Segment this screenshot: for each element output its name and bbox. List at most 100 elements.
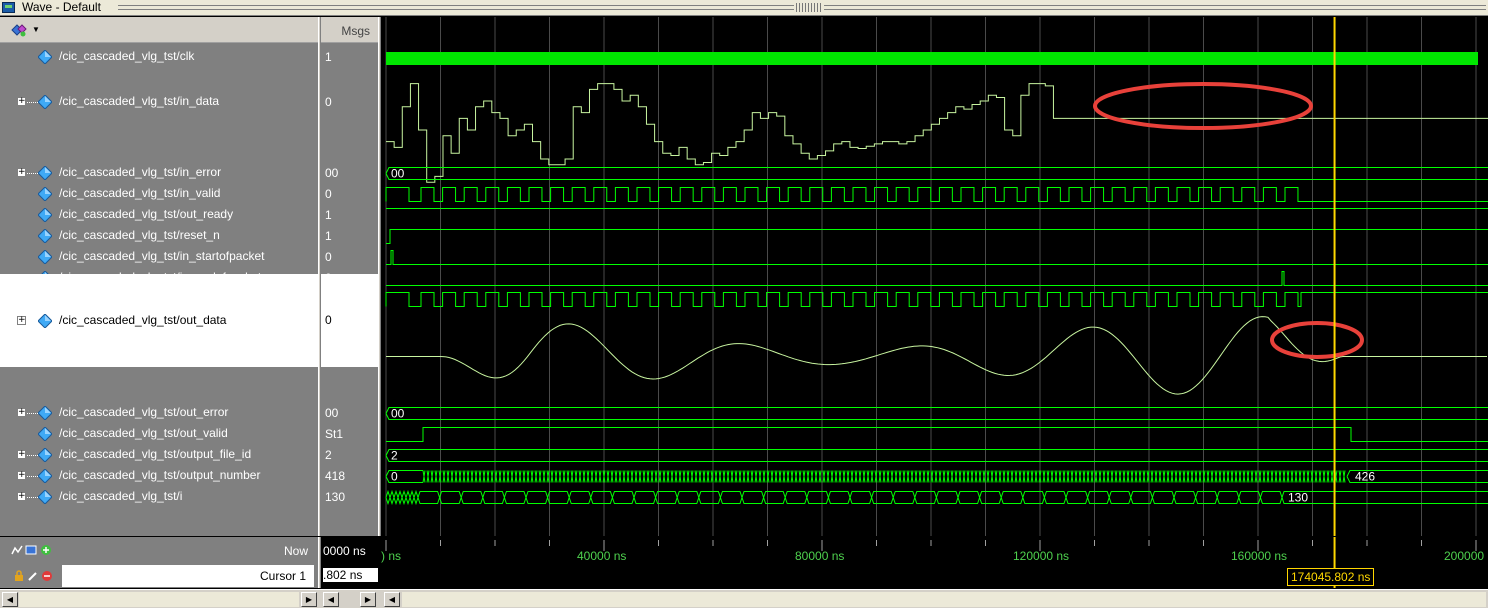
in-error-bus-label: 00 — [391, 167, 405, 181]
signal-row[interactable]: + /cic_cascaded_vlg_tst/in_error — [0, 163, 318, 184]
delete-cursor-icon[interactable] — [41, 570, 53, 582]
signal-name: /cic_cascaded_vlg_tst/out_ready — [59, 207, 234, 221]
signal-row[interactable]: /cic_cascaded_vlg_tst/reset_n — [0, 226, 318, 247]
in-ready-wave — [385, 292, 1488, 307]
signal-value: 0 — [325, 95, 332, 109]
signal-value: 00 — [325, 166, 339, 180]
add-cursor-icon[interactable] — [40, 544, 52, 556]
footer-name-pane: Now Cursor 1 — [0, 537, 318, 588]
signal-row[interactable]: + /cic_cascaded_vlg_tst/out_error — [0, 403, 318, 424]
signal-row[interactable]: /cic_cascaded_vlg_tst/out_valid — [0, 424, 318, 445]
signal-row[interactable]: /cic_cascaded_vlg_tst/clk — [0, 47, 318, 68]
signal-row[interactable]: + /cic_cascaded_vlg_tst/in_data — [0, 92, 318, 113]
signal-row[interactable]: /cic_cascaded_vlg_tst/in_valid — [0, 184, 318, 205]
signal-name: /cic_cascaded_vlg_tst/reset_n — [59, 228, 220, 242]
signal-diamond-icon — [38, 469, 52, 483]
signal-diamond-icon — [38, 490, 52, 504]
titlebar-grip[interactable] — [796, 3, 822, 12]
signal-value: 0 — [325, 250, 332, 264]
tree-connector — [27, 173, 38, 174]
tree-connector — [27, 413, 38, 414]
cursor-label[interactable]: Cursor 1 — [62, 565, 314, 587]
scroll-right-button[interactable]: ▶ — [301, 592, 317, 607]
signal-name-pane: ▼ /cic_cascaded_vlg_tst/clk + /cic_cascade… — [0, 17, 318, 536]
msgs-column-header: Msgs — [321, 17, 378, 43]
in-error-bus — [385, 167, 1488, 180]
signal-name: /cic_cascaded_vlg_tst/out_error — [59, 405, 229, 419]
expand-icon[interactable]: + — [17, 97, 26, 106]
signal-name: /cic_cascaded_vlg_tst/out_data — [59, 312, 227, 327]
time-ruler[interactable]: ) ns 40000 ns 80000 ns 120000 ns 160000 ns 20… — [381, 537, 1488, 588]
i-bus-body — [385, 489, 1283, 506]
wave-scroll-left-button[interactable]: ◀ — [384, 592, 400, 607]
clk-wave — [386, 52, 1478, 65]
signal-name: /cic_cascaded_vlg_tst/clk — [59, 49, 195, 63]
titlebar-rule-right — [824, 5, 1486, 10]
signal-value: 00 — [325, 406, 339, 420]
expand-icon[interactable]: + — [17, 315, 26, 325]
expand-icon[interactable]: + — [17, 492, 26, 501]
signal-row[interactable]: + /cic_cascaded_vlg_tst/output_number — [0, 466, 318, 487]
signal-value: 2 — [325, 448, 332, 462]
window-icon[interactable] — [25, 544, 37, 556]
signal-name: /cic_cascaded_vlg_tst/in_data — [59, 94, 220, 108]
signal-value-pane: Msgs 100001100St1000St12418130 — [321, 17, 378, 536]
signal-name: /cic_cascaded_vlg_tst/in_error — [59, 165, 222, 179]
signal-name: /cic_cascaded_vlg_tst/out_valid — [59, 426, 228, 440]
edit-cursor-icon[interactable] — [27, 570, 39, 582]
signal-row[interactable]: /cic_cascaded_vlg_tst/in_startofpacket — [0, 247, 318, 268]
signal-diamond-icon — [38, 229, 52, 243]
expand-icon[interactable]: + — [17, 450, 26, 459]
signal-value: 1 — [325, 50, 332, 64]
ruler-tick-label: 120000 ns — [1013, 549, 1070, 563]
wave-window-icon — [2, 2, 15, 13]
signal-value: 0 — [321, 274, 378, 367]
signal-name: /cic_cascaded_vlg_tst/output_file_id — [59, 447, 252, 461]
out-valid-wave — [386, 427, 1488, 442]
tree-connector — [27, 102, 38, 103]
signal-diamond-icon — [38, 166, 52, 180]
expand-icon[interactable]: + — [17, 408, 26, 417]
now-value: 0000 ns — [323, 544, 366, 558]
signal-value: St1 — [325, 427, 344, 441]
horizontal-scrollbars: ◀ ▶ ◀ ▶ ◀ — [0, 589, 1488, 608]
chevron-down-icon[interactable]: ▼ — [32, 25, 40, 34]
waveform-plot: 00 00 2 0 426 130 — [385, 17, 1488, 536]
value-scroll-left-button[interactable]: ◀ — [323, 592, 339, 607]
add-wave-icon[interactable] — [11, 544, 23, 556]
signal-name: /cic_cascaded_vlg_tst/in_valid — [59, 186, 221, 200]
wave-scroll-track[interactable] — [402, 592, 1486, 607]
cursor-time-tag[interactable]: 174045.802 ns — [1287, 568, 1375, 586]
signal-diamond-icon — [38, 448, 52, 462]
ruler-tick-label: 160000 ns — [1231, 549, 1288, 563]
lock-icon[interactable] — [13, 570, 25, 582]
signal-diamond-icon — [38, 406, 52, 420]
signal-name: /cic_cascaded_vlg_tst/output_number — [59, 468, 261, 482]
output-number-bus-start-label: 0 — [391, 470, 398, 484]
signal-diamond-icon — [38, 187, 52, 201]
annotation-circle-out-data — [1270, 321, 1364, 359]
signal-row[interactable]: /cic_cascaded_vlg_tst/out_ready — [0, 205, 318, 226]
footer-value-pane: 0000 ns .802 ns — [321, 537, 378, 588]
signal-value: 130 — [325, 490, 346, 504]
output-file-id-bus — [385, 449, 1488, 462]
waveform-canvas[interactable]: 00 00 2 0 426 130 — [381, 17, 1488, 536]
expand-icon[interactable]: + — [17, 168, 26, 177]
scroll-left-button[interactable]: ◀ — [2, 592, 18, 607]
reset-n-wave — [386, 229, 1488, 244]
signal-row[interactable]: + /cic_cascaded_vlg_tst/output_file_id — [0, 445, 318, 466]
tree-connector — [27, 476, 38, 477]
output-file-id-bus-label: 2 — [391, 449, 398, 463]
window-titlebar: Wave - Default — [0, 0, 1488, 16]
value-scroll-right-button[interactable]: ▶ — [360, 592, 376, 607]
signal-value: 0 — [325, 187, 332, 201]
signal-add-tool-icon[interactable] — [11, 23, 27, 37]
signal-row[interactable]: + /cic_cascaded_vlg_tst/i — [0, 487, 318, 508]
signal-value: 1 — [325, 208, 332, 222]
signal-row[interactable]: + /cic_cascaded_vlg_tst/out_data — [0, 274, 318, 367]
expand-icon[interactable]: + — [17, 471, 26, 480]
name-scroll-track[interactable] — [19, 592, 299, 607]
titlebar-rule — [118, 5, 794, 10]
signal-diamond-icon — [38, 95, 52, 109]
output-number-bus-end-label: 426 — [1355, 470, 1375, 484]
